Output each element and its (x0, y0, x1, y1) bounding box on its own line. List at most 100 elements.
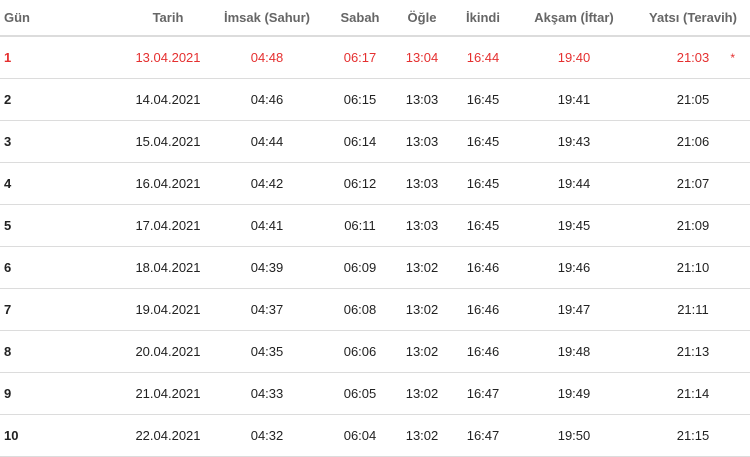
cell-tarih: 14.04.2021 (135, 92, 201, 107)
cell-ogle: 13:03 (405, 176, 439, 191)
cell-sabah: 06:12 (343, 176, 377, 191)
header-yatsi: Yatsı (Teravih) (649, 10, 737, 25)
cell-sabah: 06:15 (343, 92, 377, 107)
cell-yatsi: 21:11 (677, 302, 709, 317)
header-imsak: İmsak (Sahur) (224, 10, 310, 25)
cell-ikindi: 16:46 (466, 260, 500, 275)
cell-aksam: 19:48 (557, 344, 591, 359)
cell-sabah: 06:09 (343, 260, 377, 275)
cell-aksam: 19:49 (557, 386, 591, 401)
cell-ogle: 13:03 (405, 134, 439, 149)
cell-gun: 8 (4, 344, 12, 359)
cell-ogle: 13:02 (405, 428, 439, 443)
cell-ogle: 13:02 (405, 386, 439, 401)
cell-yatsi: 21:15 (676, 428, 710, 443)
table-row: 5 17.04.2021 04:41 06:11 13:03 16:45 19:… (0, 205, 750, 247)
cell-imsak: 04:42 (250, 176, 284, 191)
table-row: 8 20.04.2021 04:35 06:06 13:02 16:46 19:… (0, 331, 750, 373)
cell-aksam: 19:46 (557, 260, 591, 275)
cell-aksam: 19:43 (557, 134, 591, 149)
cell-tarih: 22.04.2021 (135, 428, 201, 443)
cell-tarih: 21.04.2021 (135, 386, 201, 401)
table-row-today: 1 13.04.2021 04:48 06:17 13:04 16:44 19:… (0, 37, 750, 79)
cell-aksam: 19:41 (557, 92, 591, 107)
cell-ikindi: 16:47 (466, 386, 500, 401)
table-row: 9 21.04.2021 04:33 06:05 13:02 16:47 19:… (0, 373, 750, 415)
cell-aksam: 19:44 (557, 176, 591, 191)
cell-sabah: 06:06 (343, 344, 377, 359)
today-marker: * (730, 50, 735, 65)
cell-ikindi: 16:46 (466, 302, 500, 317)
cell-sabah: 06:11 (344, 218, 376, 233)
cell-aksam: 19:45 (557, 218, 591, 233)
cell-gun: 7 (4, 302, 12, 317)
cell-yatsi: 21:03 (676, 50, 710, 65)
cell-aksam: 19:47 (557, 302, 591, 317)
cell-ikindi: 16:44 (466, 50, 500, 65)
cell-tarih: 15.04.2021 (135, 134, 201, 149)
header-ikindi: İkindi (466, 10, 500, 25)
cell-imsak: 04:37 (250, 302, 284, 317)
cell-tarih: 18.04.2021 (135, 260, 201, 275)
cell-gun: 6 (4, 260, 12, 275)
cell-imsak: 04:41 (250, 218, 284, 233)
table-row: 7 19.04.2021 04:37 06:08 13:02 16:46 19:… (0, 289, 750, 331)
cell-tarih: 19.04.2021 (135, 302, 201, 317)
cell-gun: 3 (4, 134, 12, 149)
cell-aksam: 19:40 (557, 50, 591, 65)
header-ogle: Öğle (407, 10, 437, 25)
cell-gun: 1 (4, 50, 12, 65)
table-header-row: Gün Tarih İmsak (Sahur) Sabah Öğle İkind… (0, 0, 750, 37)
cell-ikindi: 16:46 (466, 344, 500, 359)
cell-tarih: 16.04.2021 (135, 176, 201, 191)
cell-imsak: 04:48 (250, 50, 284, 65)
cell-sabah: 06:14 (343, 134, 377, 149)
cell-tarih: 13.04.2021 (135, 50, 201, 65)
cell-ogle: 13:03 (405, 92, 439, 107)
cell-yatsi: 21:14 (676, 386, 710, 401)
table-row: 3 15.04.2021 04:44 06:14 13:03 16:45 19:… (0, 121, 750, 163)
cell-ikindi: 16:45 (466, 218, 500, 233)
table-row: 4 16.04.2021 04:42 06:12 13:03 16:45 19:… (0, 163, 750, 205)
header-tarih: Tarih (152, 10, 184, 25)
header-sabah: Sabah (340, 10, 380, 25)
cell-ogle: 13:02 (405, 302, 439, 317)
cell-imsak: 04:46 (250, 92, 284, 107)
cell-imsak: 04:33 (250, 386, 284, 401)
cell-tarih: 20.04.2021 (135, 344, 201, 359)
cell-tarih: 17.04.2021 (135, 218, 201, 233)
cell-ogle: 13:02 (405, 344, 439, 359)
cell-gun: 4 (4, 176, 12, 191)
cell-aksam: 19:50 (557, 428, 591, 443)
cell-sabah: 06:17 (343, 50, 377, 65)
cell-sabah: 06:04 (343, 428, 377, 443)
cell-yatsi: 21:13 (676, 344, 710, 359)
cell-ikindi: 16:45 (466, 176, 500, 191)
cell-imsak: 04:32 (250, 428, 284, 443)
cell-gun: 9 (4, 386, 12, 401)
cell-gun: 5 (4, 218, 12, 233)
table-row: 2 14.04.2021 04:46 06:15 13:03 16:45 19:… (0, 79, 750, 121)
header-aksam: Akşam (İftar) (534, 10, 614, 25)
cell-imsak: 04:35 (250, 344, 284, 359)
cell-imsak: 04:44 (250, 134, 284, 149)
prayer-times-table: Gün Tarih İmsak (Sahur) Sabah Öğle İkind… (0, 0, 750, 457)
cell-yatsi: 21:10 (676, 260, 710, 275)
cell-ogle: 13:03 (405, 218, 439, 233)
cell-ikindi: 16:45 (466, 92, 500, 107)
cell-ikindi: 16:47 (466, 428, 500, 443)
cell-sabah: 06:08 (343, 302, 377, 317)
table-row: 10 22.04.2021 04:32 06:04 13:02 16:47 19… (0, 415, 750, 457)
table-row: 6 18.04.2021 04:39 06:09 13:02 16:46 19:… (0, 247, 750, 289)
cell-yatsi: 21:07 (676, 176, 710, 191)
cell-ogle: 13:04 (405, 50, 439, 65)
cell-imsak: 04:39 (250, 260, 284, 275)
cell-ikindi: 16:45 (466, 134, 500, 149)
cell-ogle: 13:02 (405, 260, 439, 275)
cell-yatsi: 21:05 (676, 92, 710, 107)
cell-sabah: 06:05 (343, 386, 377, 401)
cell-yatsi: 21:09 (676, 218, 710, 233)
cell-gun: 10 (4, 428, 19, 443)
header-gun: Gün (4, 10, 30, 25)
cell-yatsi: 21:06 (676, 134, 710, 149)
